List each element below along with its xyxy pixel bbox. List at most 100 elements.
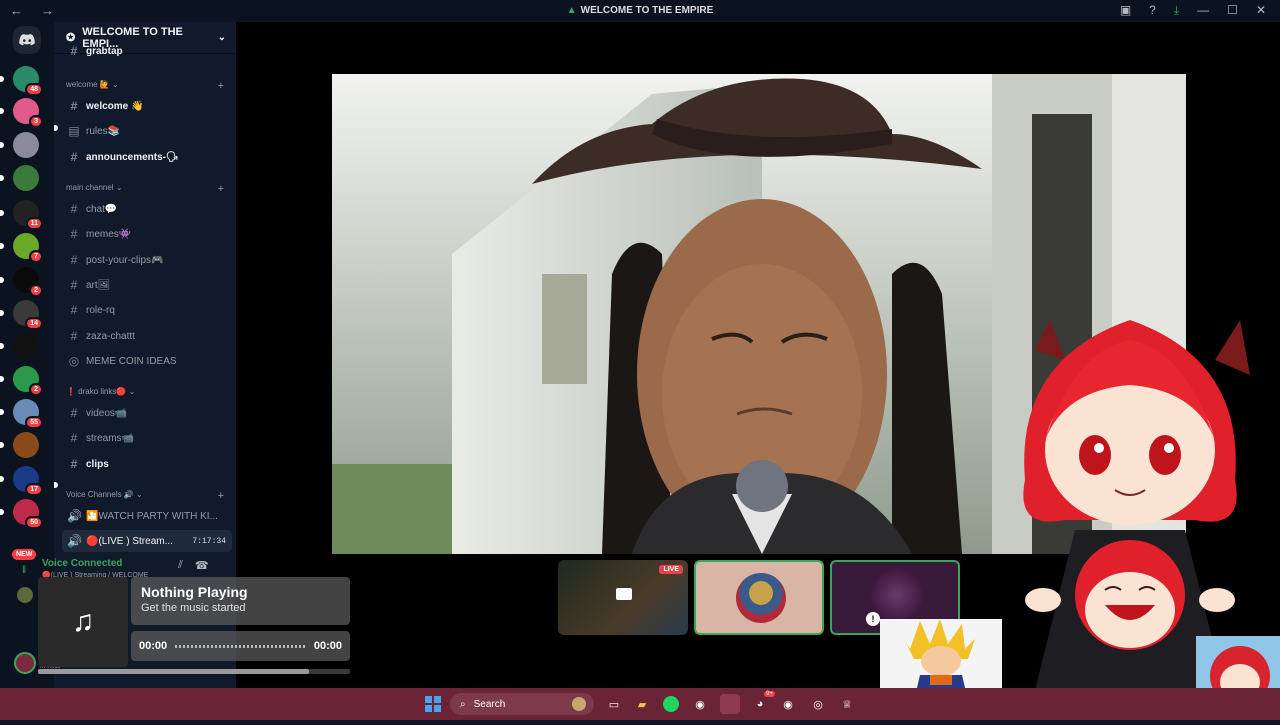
channel-post-your-clips[interactable]: # post-your-clips🎮 [62,249,232,271]
steam-app-icon[interactable]: ◉ [778,694,798,714]
voice-status[interactable]: Voice Connected [42,558,122,569]
taskbar-search[interactable]: ⌕ Search [450,693,594,715]
server-icon[interactable] [13,132,39,158]
user-avatar[interactable] [14,652,36,674]
unread-indicator [0,509,4,515]
character-image [905,619,975,692]
title-bar: ← → ▲ WELCOME TO THE EMPIRE ▣ ? ⤓ — ☐ ✕ [0,0,1280,22]
download-icon[interactable]: ⤓ [1174,3,1179,18]
guild-icon[interactable] [17,587,33,603]
unread-indicator [0,243,4,249]
channel-rules[interactable]: ▤ rules📚 [62,120,232,142]
spotify-icon[interactable] [661,694,681,714]
hash-icon: # [70,150,78,164]
unread-indicator [0,310,4,316]
obs-icon[interactable]: ◎ [808,694,828,714]
window-controls: ▣ ? ⤓ — ☐ ✕ [1120,3,1266,18]
music-progress-fill [38,669,310,674]
mention-badge: 3 [29,115,43,128]
channel-art[interactable]: # art🖼 [62,274,232,296]
task-view-icon[interactable]: ▭ [604,694,624,714]
timeline-track[interactable] [175,644,306,648]
server-icon[interactable] [13,333,39,359]
search-icon: ⌕ [460,698,466,710]
music-timeline: 00:00 00:00 [131,631,350,661]
server-icon[interactable] [13,165,39,191]
discord-home-button[interactable] [13,26,41,54]
category-voice-channels[interactable]: Voice Channels 🔊 ⌄ + [66,490,224,502]
music-note-icon: ♫ [38,577,128,667]
server-icon: ▲ [566,5,577,16]
server-icon[interactable]: 50 [13,499,43,529]
search-highlight-icon [572,697,586,711]
channel-meme-coin-ideas[interactable]: ◎ MEME COIN IDEAS [62,350,232,372]
noise-suppression-icon[interactable]: ⫽ [178,559,183,572]
voice-channel-watch-party[interactable]: 🔊 🎦WATCH PARTY WITH KI... [62,505,232,527]
time-elapsed: 00:00 [139,640,168,652]
forum-icon: ◎ [68,354,80,368]
server-icon[interactable]: 2 [13,267,43,297]
server-icon[interactable]: 11 [13,200,43,230]
server-icon[interactable]: 3 [13,98,43,128]
server-badge-icon: ✪ [66,32,76,44]
server-icon[interactable]: 14 [13,300,43,330]
channel-streams[interactable]: # streams📹 [62,427,232,449]
server-icon[interactable]: 17 [13,466,43,496]
unread-indicator [0,277,4,283]
server-icon[interactable]: 7 [13,233,43,263]
live-badge: LIVE [659,565,683,574]
thumbnail-stream-1[interactable]: LIVE [558,560,688,635]
mention-badge: 2 [29,383,43,396]
channel-clips[interactable]: # clips [62,453,232,475]
now-playing-panel: Nothing Playing Get the music started [131,577,350,625]
server-icon[interactable]: 48 [13,66,43,96]
close-button[interactable]: ✕ [1256,3,1266,18]
disconnect-icon[interactable]: ☎ [195,559,209,572]
category-main-channel[interactable]: main channel ⌄ + [66,183,224,195]
hash-icon: # [70,406,78,420]
music-widget: ♫ Nothing Playing Get the music started … [38,577,350,667]
windows-taskbar: ⌕ Search ▭ ▰ ◉ ◕ 9+ ◉ ◎ ♕ [0,688,1280,720]
file-explorer-icon[interactable]: ▰ [632,694,652,714]
vtuber-overlay [995,290,1265,690]
channel-grabtap[interactable]: # grabtap [62,44,232,58]
maximize-button[interactable]: ☐ [1227,3,1238,18]
channel-zaza-chattt[interactable]: # zaza-chattt [62,325,232,347]
help-icon[interactable]: ? [1149,3,1156,18]
channel-videos[interactable]: # videos📹 [62,402,232,424]
thumbnail-stream-2[interactable] [694,560,824,635]
inbox-icon[interactable]: ▣ [1120,3,1131,18]
app-icon[interactable]: ♕ [837,694,857,714]
channel-announcements[interactable]: # announcements-🗣 [62,146,232,168]
hash-icon: # [70,44,78,58]
unread-indicator [0,343,4,349]
add-channel-icon[interactable]: + [218,80,224,92]
category-welcome[interactable]: welcome 🙋 ⌄ + [66,80,224,92]
hash-icon: # [70,329,78,343]
unread-indicator [0,376,4,382]
hash-icon: # [70,227,78,241]
window-title: ▲ WELCOME TO THE EMPIRE [566,5,714,16]
windows-start-icon[interactable] [425,696,441,712]
voice-channel-live-stream[interactable]: 🔊 🔴(LIVE ) Stream... 7:17:34 [62,530,232,552]
now-playing-subtitle: Get the music started [141,602,246,614]
channel-memes[interactable]: # memes👾 [62,223,232,245]
music-progress-bar[interactable] [38,669,350,674]
category-drako-links[interactable]: ❗ drako links🔴 ⌄ [66,387,224,396]
add-channel-icon[interactable]: + [218,183,224,195]
channel-welcome[interactable]: # welcome 👋 [62,95,232,117]
server-icon[interactable]: 2 [13,366,43,396]
channel-chat[interactable]: # chat💬 [62,198,232,220]
server-icon[interactable] [13,432,39,458]
new-servers-pill[interactable]: NEW [12,549,37,560]
add-channel-icon[interactable]: + [218,490,224,502]
discord-taskbar-icon[interactable]: ◕ 9+ [750,691,775,714]
unread-indicator [0,476,4,482]
active-app-icon[interactable] [720,694,740,714]
minimize-button[interactable]: — [1197,3,1209,18]
steam-icon[interactable]: ◉ [690,694,710,714]
hash-icon: # [70,431,78,445]
participant-avatar [736,573,786,623]
server-icon[interactable]: 55 [13,399,43,429]
channel-role-rq[interactable]: # role-rq [62,299,232,321]
